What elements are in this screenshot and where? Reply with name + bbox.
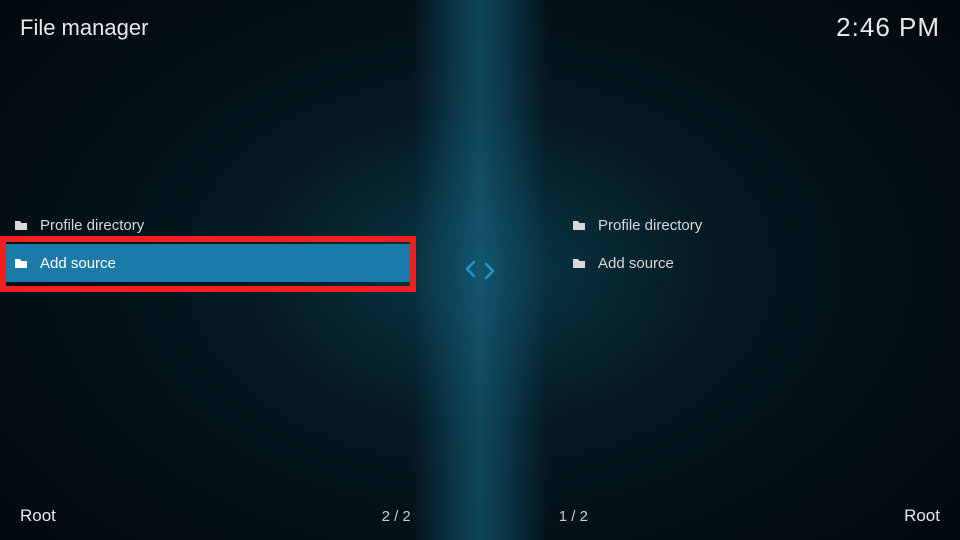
folder-icon: [572, 258, 586, 269]
right-panel: Profile directory Add source: [558, 206, 960, 282]
list-item-add-source[interactable]: Add source: [0, 244, 410, 282]
list-item-add-source[interactable]: Add source: [558, 244, 960, 282]
page-title: File manager: [20, 15, 148, 41]
right-path-label: Root: [904, 506, 940, 526]
left-counter: 2 / 2: [382, 508, 411, 525]
footer: Root 2 / 2 1 / 2 Root: [0, 506, 960, 526]
list-item-profile-directory[interactable]: Profile directory: [0, 206, 410, 244]
left-panel: Profile directory Add source: [0, 206, 410, 282]
footer-right: 1 / 2 Root: [559, 506, 940, 526]
list-item-label: Profile directory: [598, 217, 702, 234]
left-path-label: Root: [20, 506, 56, 526]
list-item-label: Profile directory: [40, 217, 144, 234]
footer-left: Root 2 / 2: [20, 506, 411, 526]
folder-icon: [14, 220, 28, 231]
center-divider: [412, 0, 548, 540]
list-item-label: Add source: [40, 255, 116, 272]
list-item-label: Add source: [598, 255, 674, 272]
folder-icon: [14, 258, 28, 269]
list-item-profile-directory[interactable]: Profile directory: [558, 206, 960, 244]
right-counter: 1 / 2: [559, 508, 588, 525]
swap-arrows-icon: [464, 258, 496, 282]
folder-icon: [572, 220, 586, 231]
clock: 2:46 PM: [836, 12, 940, 43]
